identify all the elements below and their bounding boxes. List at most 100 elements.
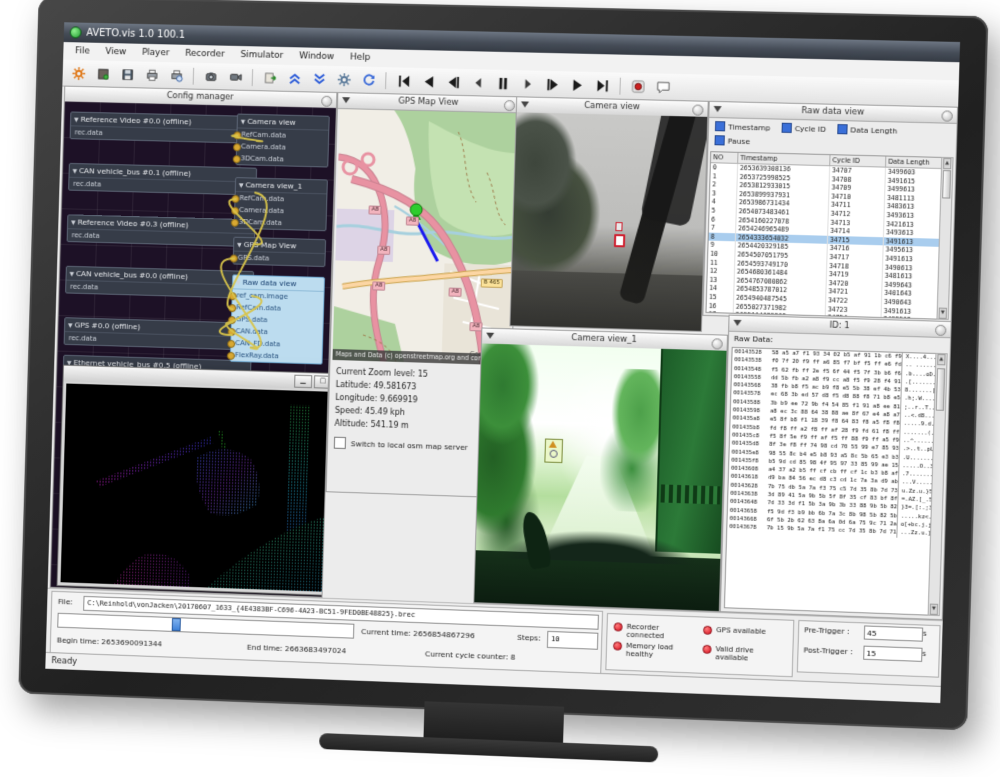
road-ref-badge: A8 bbox=[406, 216, 419, 225]
pre-trigger-input[interactable] bbox=[864, 625, 923, 641]
panel-collapse-icon[interactable] bbox=[713, 106, 721, 112]
panel-dock-button[interactable] bbox=[321, 96, 332, 107]
status-light: Recorder connected bbox=[613, 622, 697, 641]
begin-time: Begin time: 2653690091344 bbox=[57, 636, 163, 649]
video-camera-icon[interactable] bbox=[223, 65, 247, 88]
hex-data-panel: ID: 1 Raw Data: 0014352858 a5 a7 f1 93 3… bbox=[720, 315, 952, 621]
filter-pause[interactable]: Pause bbox=[714, 135, 750, 146]
trigger-group: Pre-Trigger : s Post-Trigger : s bbox=[797, 620, 941, 678]
status-led-icon bbox=[613, 641, 622, 650]
checkbox-icon[interactable] bbox=[715, 121, 725, 131]
play-icon[interactable] bbox=[565, 73, 590, 97]
frame-forward-icon[interactable] bbox=[515, 72, 540, 96]
snapshot-camera-icon[interactable] bbox=[198, 64, 222, 87]
panel-dock-button[interactable] bbox=[711, 338, 722, 349]
config-node-view[interactable]: ▼Raw data viewref_cam.imageRefCam.dataGP… bbox=[230, 274, 325, 364]
settings-gear-icon[interactable] bbox=[66, 61, 90, 84]
config-node-source[interactable]: ▼Reference Video #0.3 (offline)rec.data bbox=[67, 214, 256, 247]
toolbar-separator bbox=[385, 72, 386, 89]
scroll-up-arrow[interactable]: ▲ bbox=[943, 158, 951, 169]
menu-window[interactable]: Window bbox=[291, 49, 342, 64]
menu-simulator[interactable]: Simulator bbox=[232, 48, 291, 63]
camera1-image bbox=[474, 343, 726, 611]
post-trigger-input[interactable] bbox=[863, 646, 922, 662]
export-data-icon[interactable] bbox=[257, 66, 281, 89]
checkbox-icon[interactable] bbox=[714, 135, 724, 145]
pause-icon[interactable] bbox=[490, 71, 515, 95]
warning-sign bbox=[544, 439, 563, 464]
pre-trigger-unit: s bbox=[923, 630, 927, 638]
scrollbar-thumb[interactable] bbox=[936, 368, 945, 411]
filter-timestamp[interactable]: Timestamp bbox=[715, 121, 771, 132]
menu-recorder[interactable]: Recorder bbox=[177, 47, 233, 62]
menu-player[interactable]: Player bbox=[134, 46, 178, 61]
traffic-sign bbox=[614, 234, 625, 247]
hex-dump[interactable]: 0014352858 a5 a7 f1 93 34 02 b5 af 91 1b… bbox=[724, 347, 937, 616]
checkbox-icon[interactable] bbox=[781, 123, 791, 133]
scroll-down-arrow[interactable]: ▼ bbox=[930, 604, 938, 615]
reload-icon[interactable] bbox=[356, 68, 380, 91]
config-node-view[interactable]: ▼Camera viewRefCam.dataCamera.data3DCam.… bbox=[236, 114, 330, 168]
recorder-status-group: Recorder connectedGPS availableMemory lo… bbox=[605, 613, 794, 677]
window-title: AVETO.vis 1.0 100.1 bbox=[86, 27, 185, 40]
collapse-all-icon[interactable] bbox=[282, 66, 306, 89]
timeline-thumb[interactable] bbox=[172, 618, 181, 631]
file-label: File: bbox=[58, 597, 73, 606]
print-icon[interactable] bbox=[140, 63, 164, 86]
panel-dock-button[interactable] bbox=[941, 110, 953, 121]
scroll-down-arrow[interactable]: ▼ bbox=[939, 308, 947, 319]
status-text: Ready bbox=[51, 656, 77, 667]
pre-trigger-label: Pre-Trigger : bbox=[804, 625, 850, 636]
panel-collapse-icon[interactable] bbox=[342, 97, 350, 103]
jump-end-icon[interactable] bbox=[590, 73, 615, 97]
cycle-counter: Current cycle counter: 8 bbox=[425, 649, 516, 661]
gps-info-block: Current Zoom level: 15 Latitude: 49.5816… bbox=[334, 365, 428, 433]
step-backward-icon[interactable] bbox=[441, 70, 466, 94]
point-cloud-view[interactable] bbox=[61, 384, 336, 593]
config-node-source[interactable]: ▼CAN vehicle_bus #0.0 (offline)rec.data bbox=[65, 266, 254, 299]
steps-input[interactable] bbox=[547, 631, 599, 650]
jump-start-icon[interactable] bbox=[391, 69, 415, 92]
menu-file[interactable]: File bbox=[67, 44, 98, 59]
panel-collapse-icon[interactable] bbox=[521, 101, 529, 107]
raw-data-filters: Timestamp Cycle ID Data Length Pause bbox=[710, 119, 954, 155]
config-node-view[interactable]: ▼GPS Map ViewGPS.data bbox=[233, 237, 327, 267]
gps-altitude: Altitude: 541.19 m bbox=[334, 417, 426, 433]
osm-server-checkbox[interactable] bbox=[334, 437, 346, 449]
3d-view-window[interactable]: ▁ ▢ ✕ bbox=[57, 365, 336, 597]
truck-silhouette bbox=[655, 349, 727, 554]
minimize-button[interactable]: ▁ bbox=[294, 374, 312, 387]
step-forward-icon[interactable] bbox=[540, 72, 565, 96]
frame-backward-icon[interactable] bbox=[465, 71, 490, 95]
road-ref-badge: A8 bbox=[368, 205, 381, 214]
scrollbar-thumb[interactable] bbox=[942, 170, 951, 199]
config-node-source[interactable]: ▼Reference Video #0.0 (offline)rec.data bbox=[70, 111, 259, 143]
checkbox-icon[interactable] bbox=[837, 124, 847, 134]
expand-all-icon[interactable] bbox=[307, 67, 331, 90]
menu-view[interactable]: View bbox=[97, 45, 134, 60]
filter-cycle-id[interactable]: Cycle ID bbox=[781, 123, 826, 134]
play-backward-icon[interactable] bbox=[416, 69, 441, 93]
monitor-rig: AVETO.vis 1.0 100.1 FileViewPlayerRecord… bbox=[0, 0, 1000, 777]
chat-icon[interactable] bbox=[650, 75, 675, 99]
panel-collapse-icon[interactable] bbox=[486, 333, 494, 339]
record-icon[interactable] bbox=[625, 74, 650, 98]
menu-help[interactable]: Help bbox=[342, 50, 379, 65]
import-project-icon[interactable] bbox=[91, 62, 115, 85]
scroll-up-arrow[interactable]: ▲ bbox=[937, 354, 945, 365]
post-trigger-unit: s bbox=[922, 650, 926, 658]
panel-dock-button[interactable] bbox=[504, 100, 515, 111]
post-trigger-label: Post-Trigger : bbox=[803, 645, 852, 656]
panel-dock-button[interactable] bbox=[692, 104, 703, 115]
config-node-view[interactable]: ▼Camera view_1RefCam.dataCamera.data3DCa… bbox=[234, 177, 328, 231]
config-node-source[interactable]: ▼GPS #0.0 (offline)rec.data bbox=[64, 317, 253, 350]
panel-dock-button[interactable] bbox=[935, 325, 947, 336]
print-preview-icon[interactable] bbox=[164, 64, 188, 87]
preferences-gear-icon[interactable] bbox=[332, 68, 356, 91]
config-node-source[interactable]: ▼CAN vehicle_bus #0.1 (offline)rec.data bbox=[68, 163, 257, 196]
road-ref-badge: A8 bbox=[448, 288, 461, 297]
filter-data-length[interactable]: Data Length bbox=[837, 124, 897, 136]
save-icon[interactable] bbox=[115, 63, 139, 86]
panel-collapse-icon[interactable] bbox=[733, 320, 741, 326]
raw-data-table[interactable]: NOTimestampCycle IDData Length0265363930… bbox=[705, 151, 942, 319]
